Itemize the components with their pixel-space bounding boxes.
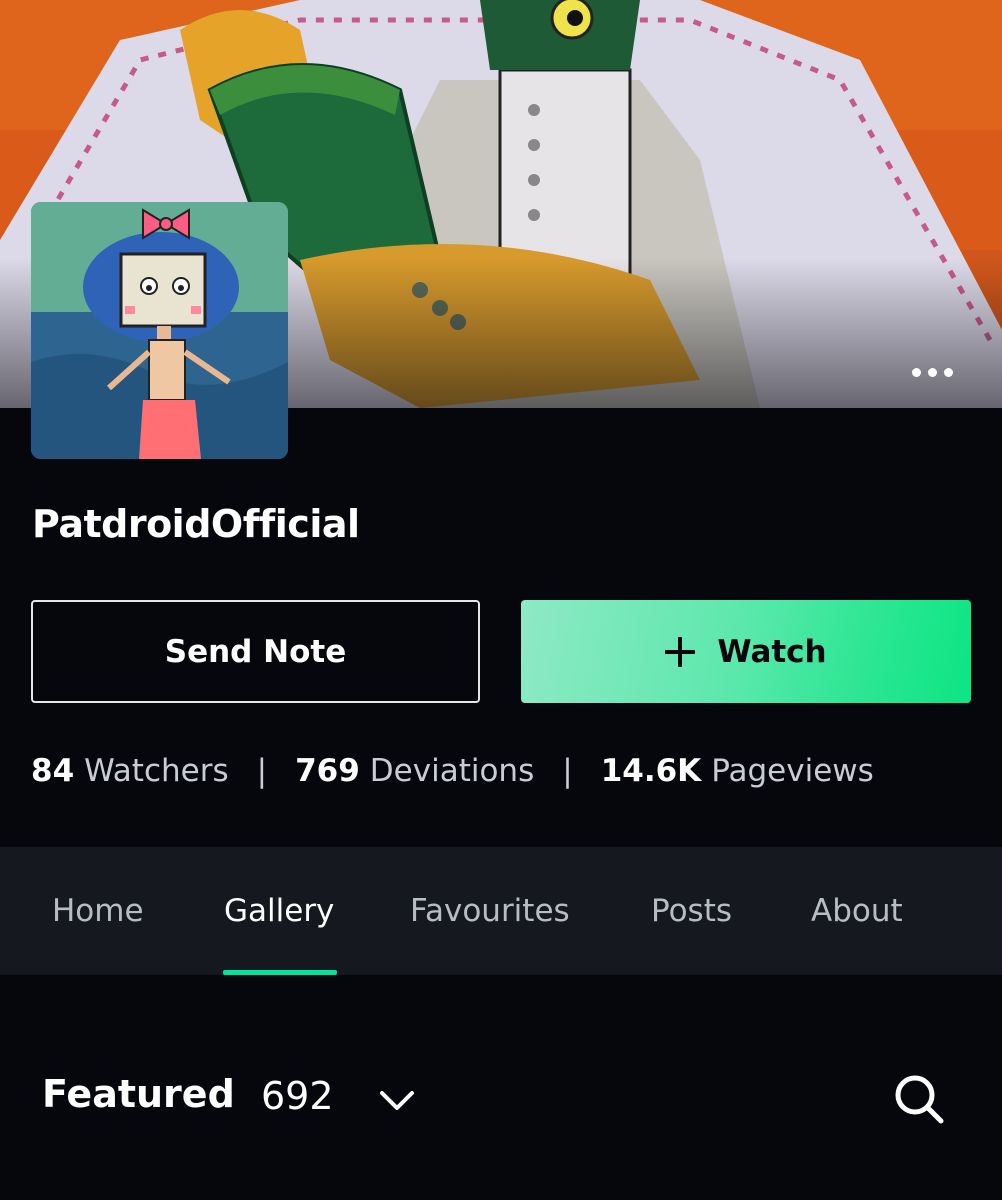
tab-gallery[interactable]: Gallery <box>224 847 334 975</box>
profile-page: PatdroidOfficial Send Note Watch 84 Watc… <box>0 0 1002 1200</box>
avatar-artwork-icon <box>31 202 288 459</box>
more-dot <box>943 367 953 377</box>
send-note-button[interactable]: Send Note <box>31 600 480 703</box>
avatar[interactable] <box>31 202 288 459</box>
more-options-button[interactable] <box>902 352 962 392</box>
pageviews-label: Pageviews <box>711 753 874 789</box>
gallery-folder-title[interactable]: Featured <box>42 1072 235 1116</box>
search-icon[interactable] <box>893 1073 945 1125</box>
stat-separator: | <box>562 753 573 789</box>
active-tab-indicator <box>223 970 337 975</box>
deviations-label: Deviations <box>369 753 535 789</box>
watch-button[interactable]: Watch <box>521 600 971 703</box>
send-note-label: Send Note <box>164 633 347 670</box>
profile-tabs: Home Gallery Favourites Posts About <box>0 847 1002 975</box>
stat-separator: | <box>256 753 268 789</box>
watchers-label: Watchers <box>84 753 229 789</box>
pageviews-count: 14.6K <box>600 753 702 789</box>
profile-stats: 84 Watchers | 769 Deviations | 14.6K Pag… <box>31 748 874 794</box>
watch-label: Watch <box>717 633 827 670</box>
more-dot <box>927 367 937 377</box>
tab-posts[interactable]: Posts <box>651 847 732 975</box>
plus-icon <box>665 636 696 667</box>
gallery-folder-count: 692 <box>261 1074 334 1118</box>
tab-about[interactable]: About <box>811 847 903 975</box>
more-horizontal-icon <box>911 367 921 377</box>
tab-favourites[interactable]: Favourites <box>410 847 570 975</box>
deviations-count: 769 <box>295 753 360 789</box>
chevron-down-icon[interactable] <box>378 1081 416 1119</box>
watchers-count: 84 <box>31 753 75 789</box>
username: PatdroidOfficial <box>32 502 360 546</box>
tab-home[interactable]: Home <box>52 847 144 975</box>
